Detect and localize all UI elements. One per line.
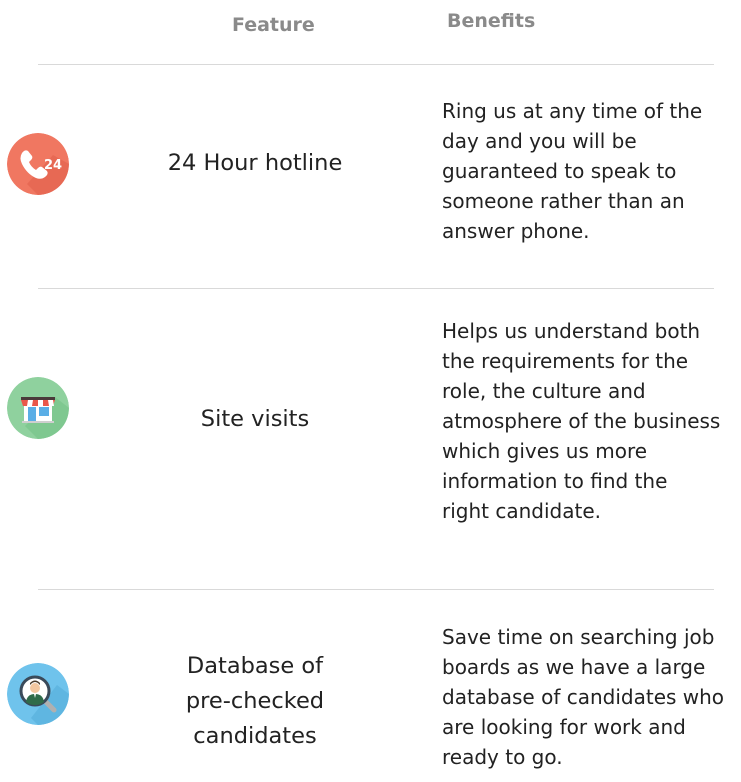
candidate-search-icon xyxy=(7,663,69,725)
benefits-column-header: Benefits xyxy=(447,10,536,32)
phone-24-icon: 24 xyxy=(7,133,69,195)
feature-label: Database of pre-checked candidates xyxy=(150,649,360,754)
benefit-line: Save time on searching job xyxy=(442,625,715,649)
benefit-line: boards as we have a large xyxy=(442,655,706,679)
feature-line: pre-checked xyxy=(185,688,325,714)
feature-label: 24 Hour hotline xyxy=(150,146,360,181)
benefit-line: are looking for work and xyxy=(442,715,686,739)
feature-line: 24 Hour hotline xyxy=(167,150,343,176)
feature-label: Site visits xyxy=(150,402,360,437)
benefit-text: Ring us at any time of the day and you w… xyxy=(442,96,741,246)
feature-line: candidates xyxy=(193,723,317,749)
feature-column-header: Feature xyxy=(232,14,315,36)
benefit-line: day and you will be xyxy=(442,129,637,153)
benefit-line: ready to go. xyxy=(442,745,563,769)
benefit-text: Save time on searching job boards as we … xyxy=(442,622,741,772)
shop-icon xyxy=(7,377,69,439)
benefit-line: information to find the xyxy=(442,469,668,493)
icon-24-text: 24 xyxy=(44,158,62,173)
benefit-line: right candidate. xyxy=(442,499,601,523)
benefit-line: role, the culture and xyxy=(442,379,646,403)
feature-line: Site visits xyxy=(200,406,310,432)
benefit-line: atmosphere of the business xyxy=(442,409,721,433)
benefit-text: Helps us understand both the requirement… xyxy=(442,316,741,526)
benefit-line: Ring us at any time of the xyxy=(442,99,703,123)
row-divider xyxy=(38,589,714,590)
benefit-line: answer phone. xyxy=(442,219,590,243)
benefit-line: database of candidates who xyxy=(442,685,725,709)
benefit-line: which gives us more xyxy=(442,439,648,463)
row-divider xyxy=(38,288,714,289)
benefit-line: Helps us understand both xyxy=(442,319,701,343)
header-divider xyxy=(38,64,714,65)
feature-line: Database of xyxy=(186,653,324,679)
benefit-line: guaranteed to speak to xyxy=(442,159,677,183)
benefit-line: someone rather than an xyxy=(442,189,685,213)
benefit-line: the requirements for the xyxy=(442,349,689,373)
